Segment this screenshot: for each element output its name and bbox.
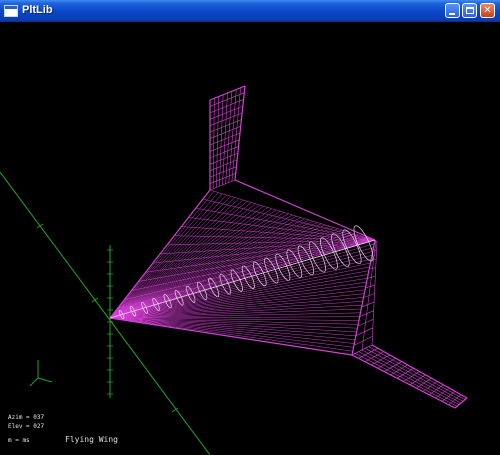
orientation-triad [29, 360, 53, 387]
x-axis-tick [91, 297, 99, 303]
close-button[interactable]: ✕ [480, 3, 495, 18]
trailing-edge-outline [109, 317, 353, 356]
lower-surface-line [109, 317, 355, 344]
wing-tip-mesh [448, 394, 462, 405]
wing-tip-outline [454, 397, 468, 409]
wing-tip-mesh [441, 391, 456, 402]
wireframe-canvas [0, 85, 468, 455]
azimuth-readout: Azim = 037 [8, 414, 45, 421]
side-panel-mesh [355, 327, 373, 337]
side-panel-mesh [357, 318, 374, 327]
wing-body-wireframe [109, 85, 468, 409]
maximize-icon [466, 7, 474, 14]
window-title: PltLib [22, 4, 53, 16]
model-name-label: Flying Wing [65, 435, 118, 444]
lower-surface-line [109, 317, 356, 337]
upper-surface-mesh [117, 239, 376, 310]
close-icon: ✕ [483, 5, 492, 16]
triad-x-axis [37, 377, 53, 383]
mode-readout: m = ms [8, 437, 30, 444]
x-axis-tick [36, 223, 44, 229]
side-panel-mesh [353, 336, 373, 346]
elevation-readout: Elev = 027 [8, 423, 45, 430]
app-window-icon [4, 5, 18, 17]
triad-y-axis [29, 377, 39, 387]
title-bar[interactable]: PltLib ✕ [0, 0, 500, 22]
lower-surface-line [109, 317, 354, 348]
minimize-button[interactable] [445, 3, 460, 18]
pltlib-window: PltLib ✕ Azim = 037 Elev = 027 m = ms Fl… [0, 0, 500, 455]
upper-surface-line [109, 206, 264, 319]
minimize-icon [449, 13, 455, 15]
upper-surface-line [109, 208, 273, 319]
plot-viewport[interactable]: Azim = 037 Elev = 027 m = ms Flying Wing [0, 22, 500, 455]
maximize-button[interactable] [462, 3, 477, 18]
